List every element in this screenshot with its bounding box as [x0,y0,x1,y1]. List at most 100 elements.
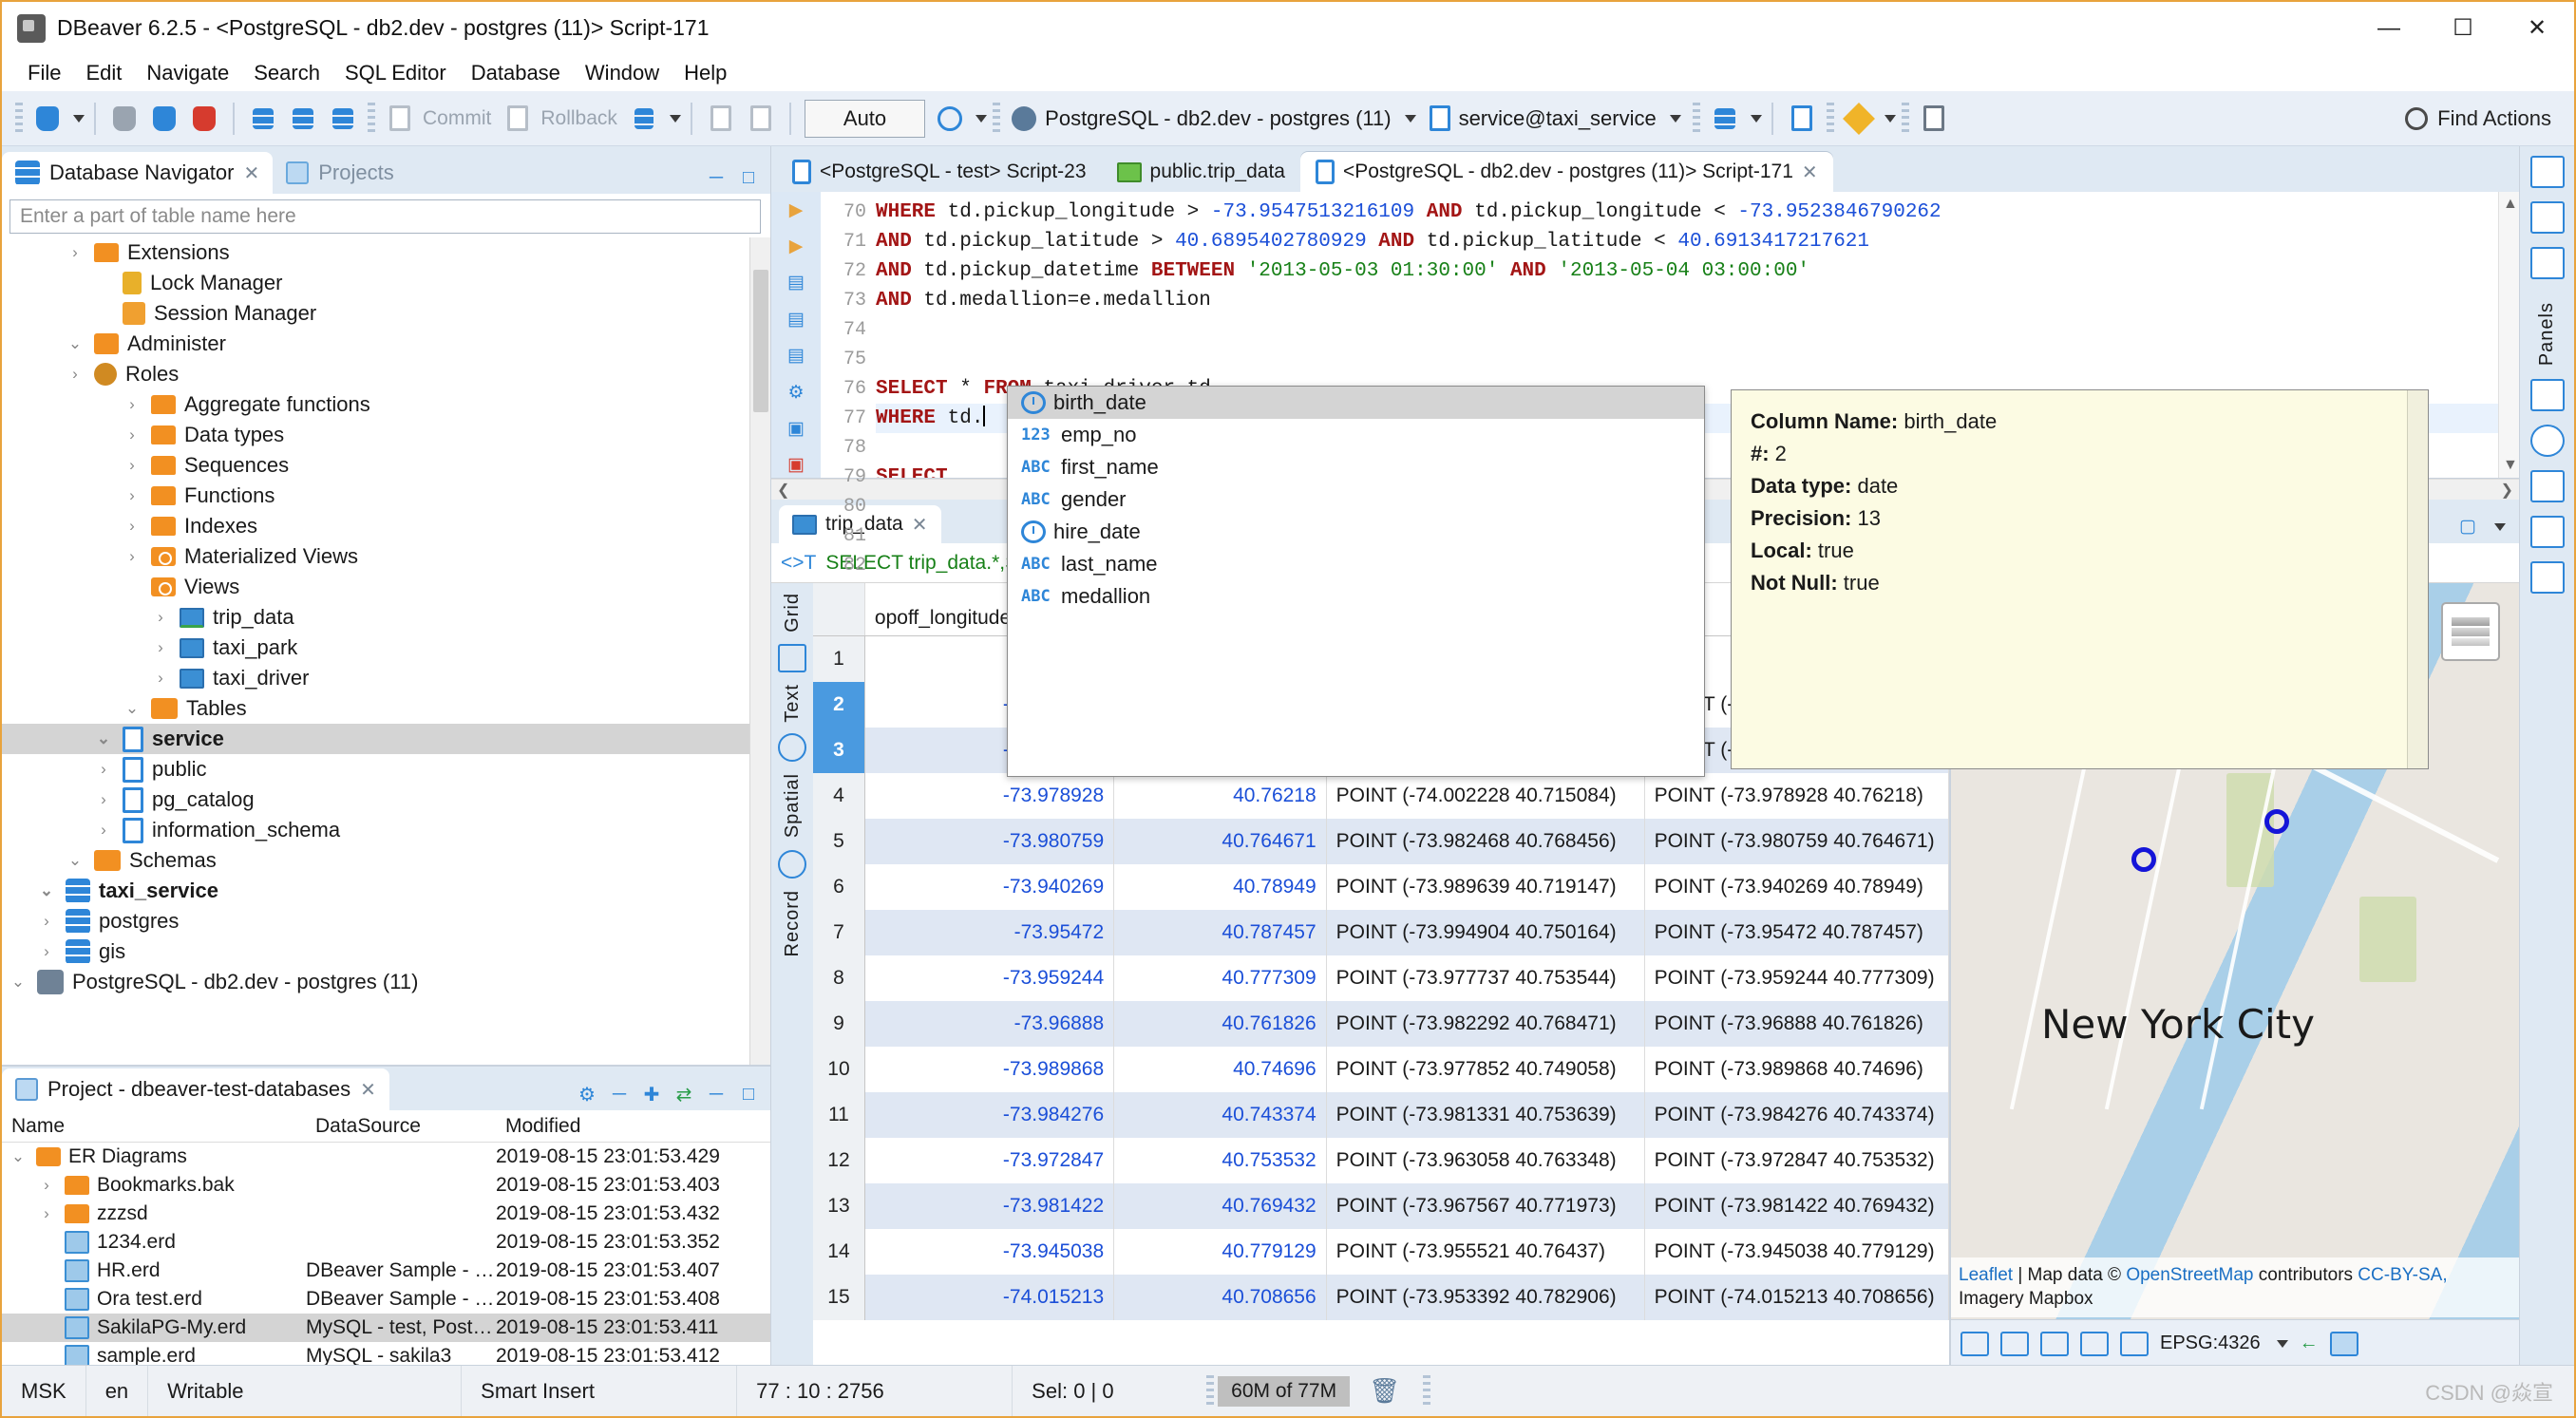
menu-help[interactable]: Help [672,58,739,88]
grid-cell[interactable]: 40.78949 [1114,864,1327,910]
expand-arrow-icon[interactable]: › [36,912,57,931]
expand-arrow-icon[interactable]: › [122,517,142,536]
table-row[interactable]: 14-73.94503840.779129POINT (-73.955521 4… [813,1229,1949,1275]
sql-list-dropdown-icon[interactable] [1751,115,1762,123]
grid-cell[interactable]: -73.95472 [865,910,1114,955]
grid-presentation-icon[interactable] [778,644,806,672]
grid-cell[interactable]: -73.959244 [865,955,1114,1001]
grid-cell[interactable]: POINT (-73.994904 40.750164) [1327,910,1645,955]
execute-new-tab-icon[interactable]: ▤ [781,271,811,295]
table-row[interactable]: 13-73.98142240.769432POINT (-73.967567 4… [813,1183,1949,1229]
active-schema-selector[interactable]: service@taxi_service [1424,102,1687,135]
find-actions-button[interactable]: Find Actions [2405,106,2565,131]
expand-arrow-icon[interactable]: › [150,638,171,657]
project-row[interactable]: 1234.erd2019-08-15 23:01:53.352 [2,1228,770,1257]
table-row[interactable]: 9-73.9688840.761826POINT (-73.982292 40.… [813,1001,1949,1047]
tree-scrollbar[interactable] [749,237,770,1065]
grid-cell[interactable]: POINT (-74.002228 40.715084) [1327,773,1645,819]
expand-arrow-icon[interactable]: › [122,425,142,444]
edit-pencil-icon[interactable] [1840,98,1878,140]
grid-cell[interactable]: POINT (-73.967567 40.771973) [1327,1183,1645,1229]
tree-item-sequences[interactable]: ›Sequences [2,450,770,481]
export-results-icon[interactable]: ▤ [781,344,811,369]
value-panel-rail-icon[interactable] [2530,425,2565,457]
expand-arrow-icon[interactable]: › [36,1204,57,1223]
save-all-icon[interactable] [742,98,780,140]
grid-cell[interactable]: POINT (-73.963058 40.763348) [1327,1138,1645,1183]
expand-arrow-icon[interactable]: ⌄ [36,881,57,900]
grid-cell[interactable]: 40.743374 [1114,1092,1327,1138]
grid-cell[interactable]: -73.989868 [865,1047,1114,1092]
expand-arrow-icon[interactable]: ⌄ [65,851,85,870]
tree-item-taxi-service[interactable]: ⌄taxi_service [2,876,770,906]
grid-cell[interactable]: -73.972847 [865,1138,1114,1183]
grid-cell[interactable]: 40.764671 [1114,819,1327,864]
grid-cell[interactable]: -73.978928 [865,773,1114,819]
row-number[interactable]: 15 [813,1275,865,1320]
row-number[interactable]: 3 [813,728,865,773]
tree-item-service[interactable]: ⌄service [2,724,770,754]
add-transaction-icon[interactable] [324,98,362,140]
tree-item-functions[interactable]: ›Functions [2,481,770,511]
metadata-panel-rail-icon[interactable] [2530,516,2565,548]
grid-cell[interactable]: -73.940269 [865,864,1114,910]
project-column-header-modified[interactable]: Modified [496,1115,743,1138]
tree-item-lock-manager[interactable]: Lock Manager [2,268,770,298]
grid-cell[interactable]: POINT (-73.96888 40.761826) [1645,1001,1949,1047]
expand-arrow-icon[interactable]: › [93,821,114,840]
invalidate-connection-icon[interactable] [185,98,223,140]
row-number[interactable]: 9 [813,1001,865,1047]
references-panel-rail-icon[interactable] [2530,561,2565,594]
save-icon[interactable] [702,98,740,140]
refresh-connection-icon[interactable] [145,98,183,140]
explain-plan-icon[interactable]: ▤ [781,307,811,331]
map-save-image-icon[interactable] [2040,1332,2069,1356]
maximize-pane-icon[interactable]: □ [736,1082,761,1106]
project-row[interactable]: ›zzzsd2019-08-15 23:01:53.432 [2,1200,770,1228]
expand-arrow-icon[interactable]: › [122,547,142,566]
maximize-button[interactable]: ☐ [2426,2,2500,55]
autocomplete-item[interactable]: birth_date [1008,387,1704,419]
execute-script-icon[interactable]: ▶ [781,234,811,258]
expand-arrow-icon[interactable]: ⌄ [8,1147,28,1166]
link-editor-icon[interactable]: ⇄ [672,1082,696,1106]
grid-cell[interactable]: -73.945038 [865,1229,1114,1275]
tab-project[interactable]: Project - dbeaver-test-databases ✕ [2,1068,389,1110]
tree-scrollbar-thumb[interactable] [753,270,768,412]
grid-cell[interactable]: POINT (-73.978928 40.76218) [1645,773,1949,819]
srs-dropdown-icon[interactable] [2277,1340,2288,1348]
transaction-filter-dropdown-icon[interactable] [670,115,681,123]
expand-arrow-icon[interactable]: › [122,395,142,414]
grid-cell[interactable]: POINT (-73.953392 40.782906) [1327,1275,1645,1320]
transaction-filter-icon[interactable] [625,98,663,140]
tree-item-aggregate-functions[interactable]: ›Aggregate functions [2,389,770,420]
connection-dropdown-icon[interactable] [1405,115,1416,123]
row-number[interactable]: 10 [813,1047,865,1092]
grid-cell[interactable]: POINT (-73.945038 40.779129) [1645,1229,1949,1275]
expand-arrow-icon[interactable]: › [122,486,142,505]
code-line[interactable]: AND td.medallion=e.medallion [876,286,2498,315]
close-icon[interactable]: ✕ [243,161,259,185]
map-export-icon[interactable] [1960,1332,1989,1356]
toolbar-drag-handle[interactable] [15,103,23,135]
grid-cell[interactable]: -73.96888 [865,1001,1114,1047]
tree-item-views[interactable]: Views [2,572,770,602]
grid-cell[interactable]: 40.769432 [1114,1183,1327,1229]
grid-cell[interactable]: POINT (-73.980759 40.764671) [1645,819,1949,864]
results-dropdown-icon[interactable] [2494,523,2506,531]
scroll-down-icon[interactable]: ▼ [2503,457,2518,474]
tree-item-trip-data[interactable]: ›trip_data [2,602,770,633]
auto-commit-mode-button[interactable]: Auto [805,100,925,138]
grid-cell[interactable]: POINT (-73.977737 40.753544) [1327,955,1645,1001]
tree-item-roles[interactable]: ›Roles [2,359,770,389]
editor-vscrollbar[interactable]: ▲ ▼ [2498,192,2519,478]
autocomplete-item[interactable]: hire_date [1008,516,1704,548]
close-button[interactable]: ✕ [2500,2,2574,55]
rollback-icon[interactable] [499,98,537,140]
table-row[interactable]: 6-73.94026940.78949POINT (-73.989639 40.… [813,864,1949,910]
grid-cell[interactable]: POINT (-73.95472 40.787457) [1645,910,1949,955]
calc-panel-rail-icon[interactable] [2530,470,2565,502]
row-number[interactable]: 6 [813,864,865,910]
autocomplete-item[interactable]: ABCfirst_name [1008,451,1704,483]
project-row[interactable]: ⌄ER Diagrams2019-08-15 23:01:53.429 [2,1143,770,1171]
